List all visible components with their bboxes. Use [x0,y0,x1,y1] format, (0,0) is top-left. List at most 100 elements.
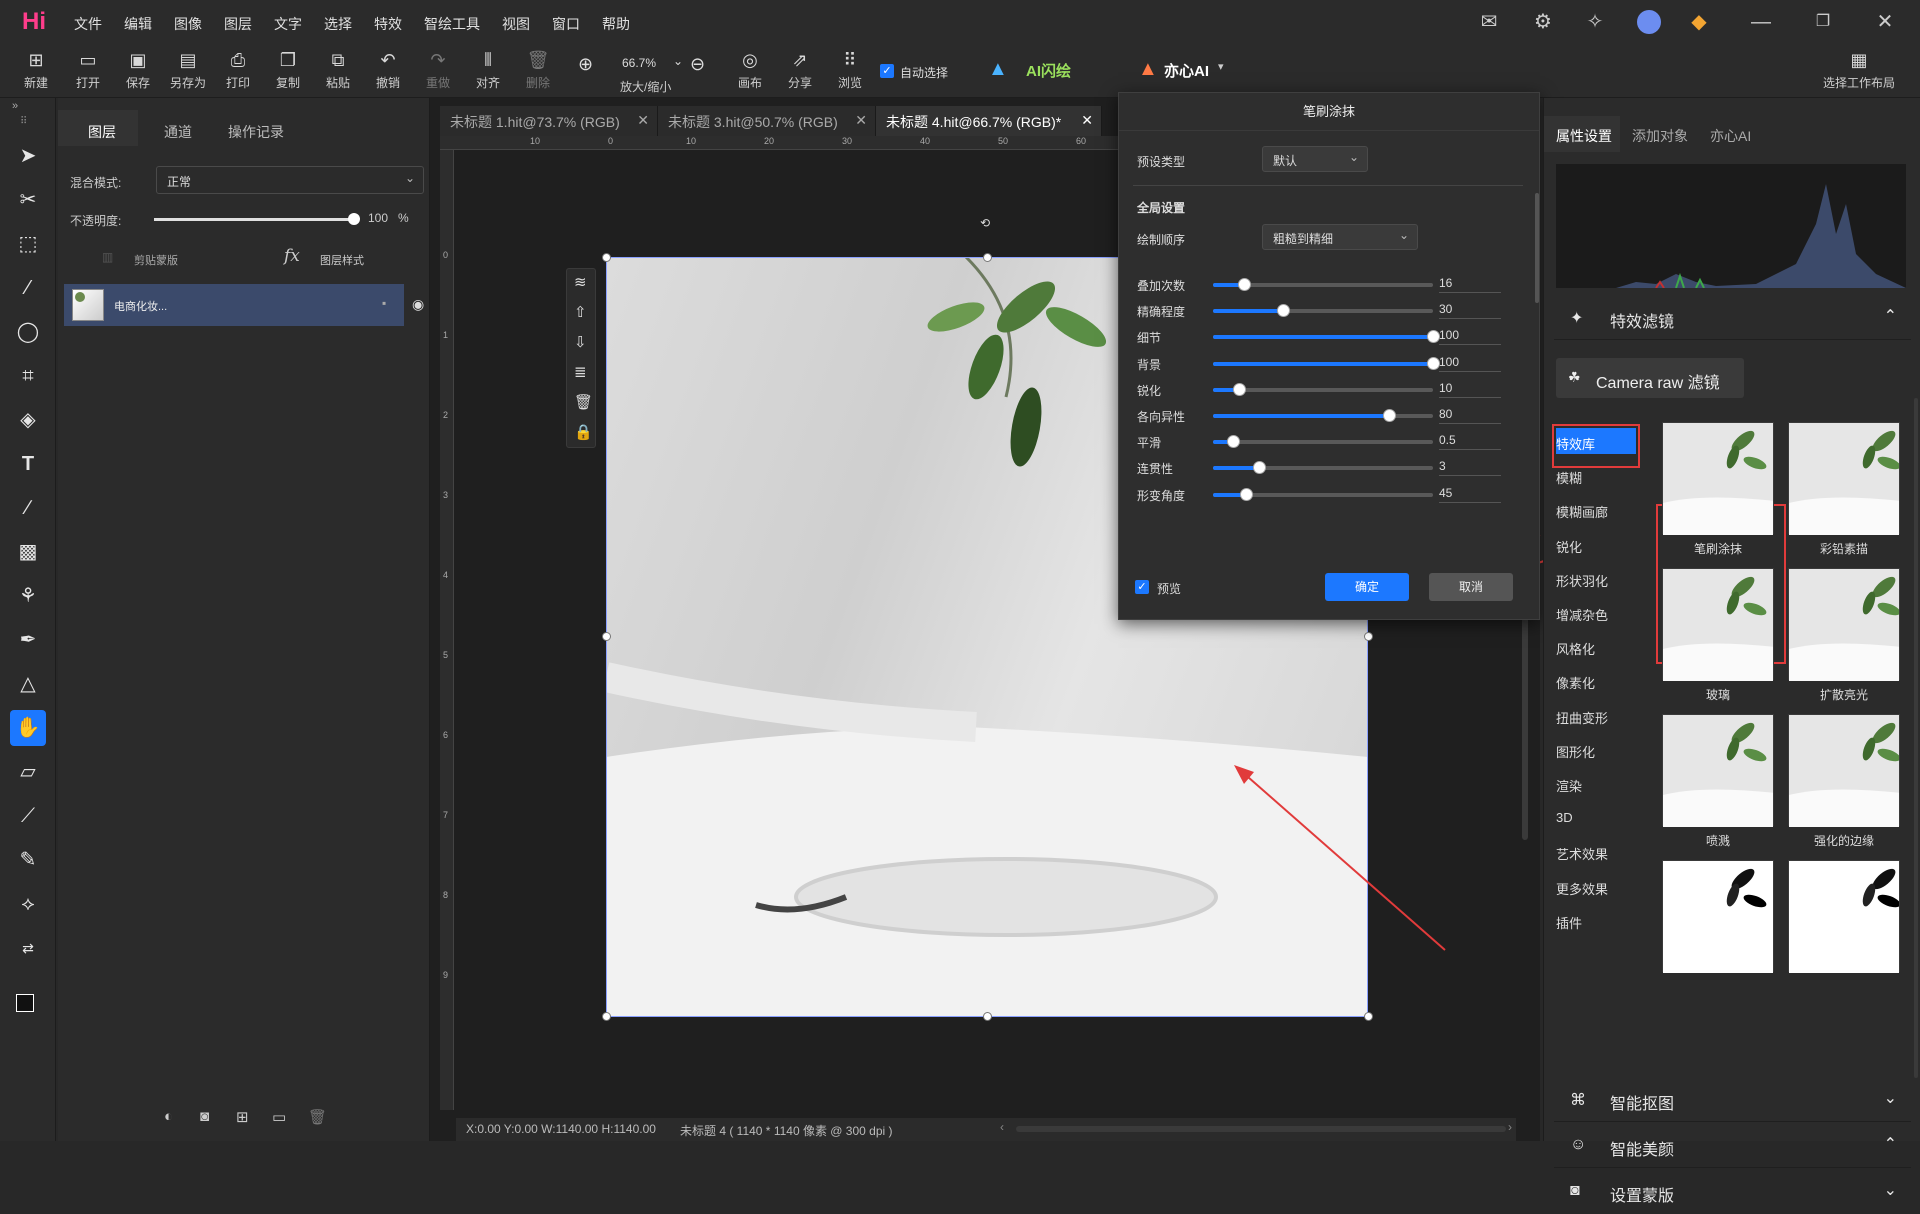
cutout-tool-icon[interactable]: ✂ [10,182,46,218]
anisotropy-slider[interactable] [1213,409,1433,422]
menu-text[interactable]: 文字 [274,14,302,34]
open-button[interactable]: ▭ 打开 [66,48,110,96]
caret-down-icon[interactable]: ▾ [1218,60,1224,73]
camera-raw-button[interactable]: ☘ Camera raw 滤镜 [1556,358,1744,398]
tab-layers-label[interactable]: 图层 [88,122,116,142]
adjustment-icon[interactable]: ◐ [164,1108,173,1125]
paste-button[interactable]: ⧉ 粘贴 [316,48,360,96]
resize-handle[interactable] [602,253,611,262]
expand-icon[interactable]: » [12,100,18,112]
doc-tab-1[interactable]: 未标题 1.hit@73.7% (RGB) ✕ [440,106,658,136]
tab-properties[interactable]: 属性设置 [1556,126,1612,146]
slider-knob[interactable] [1383,409,1396,422]
layer-row[interactable]: 电商化妆... ▪ [64,284,404,326]
workspace-layout-button[interactable]: ▦ 选择工作布局 [1818,48,1900,96]
draw-order-select[interactable]: 粗糙到精细 ⌄ [1262,224,1418,250]
scroll-left-icon[interactable]: ‹ [1000,1120,1004,1134]
overlay-count-value[interactable]: 16 [1439,276,1501,293]
ai-flash-icon[interactable]: ▲ [988,58,1008,81]
merge-icon[interactable]: ≣ [574,363,587,381]
category-item[interactable]: 模糊画廊 [1556,502,1608,521]
trash-icon[interactable]: 🗑 [574,393,593,411]
clone-tool-icon[interactable]: ⚘ [10,578,46,614]
align-button[interactable]: ⫴ 对齐 [466,48,510,96]
slider-knob[interactable] [1277,304,1291,318]
set-mask-section[interactable]: ◙ 设置蒙版 ⌄ [1554,1170,1911,1214]
close-icon[interactable]: ✕ [637,112,649,129]
menu-select[interactable]: 选择 [324,14,352,34]
highlighter-icon[interactable]: ✎ [10,842,46,878]
yixin-ai-button[interactable]: 亦心AI [1164,60,1209,81]
layers-stack-icon[interactable]: ≋ [574,273,587,291]
sharpen-slider[interactable] [1213,382,1433,396]
close-icon[interactable]: ✕ [1081,112,1093,129]
category-item[interactable]: 特效库 [1556,434,1595,453]
category-item[interactable]: 更多效果 [1556,879,1608,898]
transform-tool-icon[interactable]: ▱ [10,754,46,790]
overlay-count-slider[interactable] [1213,278,1433,291]
folder-icon[interactable]: ▭ [272,1108,286,1126]
ai-flash-button[interactable]: AI闪绘 [1026,60,1071,81]
shape-tool-icon[interactable]: △ [10,666,46,702]
delete-button[interactable]: 🗑 删除 [516,48,560,96]
category-item[interactable]: 艺术效果 [1556,844,1608,863]
category-item[interactable]: 渲染 [1556,776,1582,795]
preset-select[interactable]: 默认 ⌄ [1262,146,1368,172]
category-item[interactable]: 插件 [1556,913,1582,932]
background-slider[interactable] [1213,356,1440,370]
doc-tab-3[interactable]: 未标题 3.hit@50.7% (RGB) ✕ [658,106,876,136]
scroll-right-icon[interactable]: › [1508,1120,1512,1134]
zoom-in-icon[interactable]: ⊕ [578,54,593,75]
zoom-value[interactable]: 66.7% [622,56,656,70]
menu-view[interactable]: 视图 [502,14,530,34]
effect-thumbnail[interactable] [1788,860,1900,973]
eye-icon[interactable]: ◉ [412,296,424,313]
save-as-button[interactable]: ▤ 另存为 [166,48,210,96]
auto-select-checkbox[interactable]: ✓ [880,64,894,78]
effect-thumbnail[interactable]: 扩散亮光 [1788,568,1900,702]
category-item[interactable]: 锐化 [1556,537,1582,556]
send-backward-icon[interactable]: ⇩ [574,333,587,351]
new-layer-icon[interactable]: ⊞ [236,1108,249,1126]
doc-tab-4[interactable]: 未标题 4.hit@66.7% (RGB)* ✕ [876,106,1102,136]
move-tool-icon[interactable]: ➤ [10,138,46,174]
horizontal-scrollbar[interactable] [1016,1126,1506,1132]
mail-icon[interactable]: ✉ [1476,10,1502,34]
effect-thumbnail[interactable]: 彩铅素描 [1788,422,1900,556]
brush-tool-icon[interactable]: ∕ [10,490,46,526]
minimize-icon[interactable]: — [1748,10,1774,34]
smart-cutout-section[interactable]: ⌘ 智能抠图 ⌄ [1554,1078,1911,1122]
layer-style-label[interactable]: 图层样式 [320,252,364,268]
compass-icon[interactable]: ✧ [1582,10,1608,34]
menu-layer[interactable]: 图层 [224,14,252,34]
detail-value[interactable]: 100 [1439,328,1501,346]
clip-mask-icon[interactable]: ▥ [102,250,113,264]
resize-handle[interactable] [602,1012,611,1021]
foreground-color-swatch[interactable] [16,994,34,1012]
precision-value[interactable]: 30 [1439,302,1501,320]
preview-checkbox[interactable]: ✓ [1135,580,1149,594]
category-item[interactable]: 形状羽化 [1556,571,1608,590]
mosaic-tool-icon[interactable]: ▩ [10,534,46,570]
resize-handle[interactable] [602,632,611,641]
mask-icon[interactable]: ◙ [200,1108,209,1125]
close-icon[interactable]: ✕ [1872,10,1898,34]
blend-mode-select[interactable]: 正常 ⌄ [156,166,424,194]
rotate-handle-icon[interactable]: ⟲ [980,216,990,230]
deform-angle-value[interactable]: 45 [1439,486,1501,503]
chevron-down-icon[interactable]: ⌄ [673,54,683,68]
resize-handle[interactable] [983,1012,992,1021]
smooth-slider[interactable] [1213,435,1433,449]
category-item[interactable]: 图形化 [1556,742,1595,761]
menu-effects[interactable]: 特效 [374,14,402,34]
browse-button[interactable]: ⠿ 浏览 [828,48,872,96]
resize-handle[interactable] [983,253,992,262]
magic-wand-icon[interactable]: ⁄ [10,270,46,306]
opacity-slider[interactable] [154,213,360,225]
menu-window[interactable]: 窗口 [552,14,580,34]
tab-history[interactable]: 操作记录 [228,122,284,142]
opacity-value[interactable]: 100 [368,211,388,225]
effect-thumbnail[interactable]: 喷溅 [1662,714,1774,848]
swap-colors-icon[interactable]: ⇄ [10,930,46,966]
clip-mask-label[interactable]: 剪贴蒙版 [134,252,178,268]
